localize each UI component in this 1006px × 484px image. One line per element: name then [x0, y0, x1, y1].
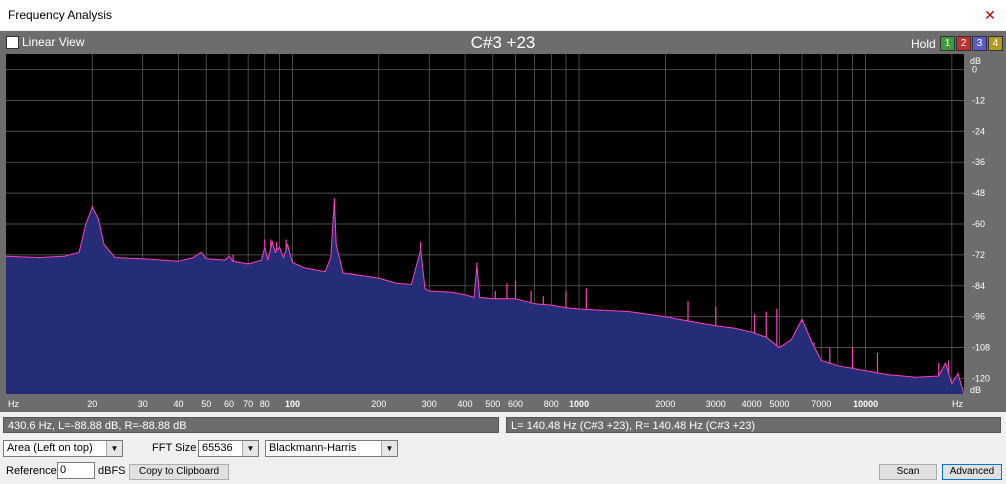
detected-note: C#3 +23: [470, 33, 536, 52]
hold-button-4[interactable]: 4: [988, 36, 1003, 51]
close-icon[interactable]: ✕: [980, 5, 1000, 25]
reference-input[interactable]: 0: [57, 462, 95, 479]
y-tick-label: 0: [972, 64, 977, 74]
x-unit-right: Hz: [952, 399, 963, 409]
fft-size-value: 65536: [202, 442, 233, 454]
fft-size-select[interactable]: 65536 ▼: [198, 440, 259, 457]
x-tick-label: 30: [138, 399, 148, 409]
hold-button-3[interactable]: 3: [972, 36, 987, 51]
x-tick-label: 60: [224, 399, 234, 409]
scan-button[interactable]: Scan: [879, 464, 937, 480]
chevron-down-icon: ▼: [106, 441, 122, 456]
y-tick-label: -120: [972, 374, 990, 384]
copy-to-clipboard-button[interactable]: Copy to Clipboard: [129, 464, 229, 480]
window-function-value: Blackmann-Harris: [269, 442, 357, 454]
display-mode-value: Area (Left on top): [7, 442, 93, 454]
x-tick-label: 100: [285, 399, 300, 409]
x-tick-label: 80: [260, 399, 270, 409]
x-tick-label: 600: [508, 399, 523, 409]
x-tick-label: 2000: [655, 399, 675, 409]
cursor-readout: 430.6 Hz, L=-88.88 dB, R=-88.88 dB: [3, 417, 499, 433]
reference-label: Reference: [6, 465, 57, 477]
fft-size-label: FFT Size: [152, 442, 197, 454]
peak-readout: L= 140.48 Hz (C#3 +23), R= 140.48 Hz (C#…: [506, 417, 1001, 433]
x-tick-label: 300: [422, 399, 437, 409]
x-tick-label: 10000: [853, 399, 878, 409]
hold-button-2[interactable]: 2: [956, 36, 971, 51]
x-tick-label: 400: [458, 399, 473, 409]
x-tick-label: 40: [174, 399, 184, 409]
x-tick-label: 200: [371, 399, 386, 409]
hold-button-1[interactable]: 1: [940, 36, 955, 51]
advanced-button[interactable]: Advanced: [942, 464, 1002, 480]
x-tick-label: 20: [87, 399, 97, 409]
x-tick-label: 500: [485, 399, 500, 409]
y-tick-label: -108: [972, 343, 990, 353]
y-tick-label: -72: [972, 250, 985, 260]
y-unit-bottom: dB: [970, 385, 981, 395]
window-function-select[interactable]: Blackmann-Harris ▼: [265, 440, 398, 457]
x-unit-left: Hz: [8, 399, 19, 409]
x-tick-label: 7000: [811, 399, 831, 409]
x-tick-label: 1000: [569, 399, 589, 409]
x-tick-label: 800: [544, 399, 559, 409]
y-tick-label: -36: [972, 157, 985, 167]
window-title: Frequency Analysis: [8, 8, 113, 22]
x-axis: Hz 20 30 40 50 60 70 80 100 200 300 400 500 600 800 100…: [8, 399, 963, 409]
y-tick-label: -24: [972, 126, 985, 136]
x-tick-label: 70: [243, 399, 253, 409]
chevron-down-icon: ▼: [242, 441, 258, 456]
spectrum-plot[interactable]: dB0-12-24-36-48-60-72-84-96-108-120dB Hz…: [0, 54, 1006, 412]
y-axis: dB0-12-24-36-48-60-72-84-96-108-120dB: [970, 56, 990, 395]
display-mode-select[interactable]: Area (Left on top) ▼: [3, 440, 123, 457]
y-tick-label: -84: [972, 281, 985, 291]
dbfs-label: dBFS: [98, 465, 126, 477]
y-tick-label: -12: [972, 95, 985, 105]
x-tick-label: 5000: [769, 399, 789, 409]
y-tick-label: -60: [972, 219, 985, 229]
chevron-down-icon: ▼: [381, 441, 397, 456]
y-tick-label: -96: [972, 312, 985, 322]
x-tick-label: 4000: [742, 399, 762, 409]
y-tick-label: -48: [972, 188, 985, 198]
x-tick-label: 50: [201, 399, 211, 409]
x-tick-label: 3000: [706, 399, 726, 409]
title-bar: Frequency Analysis ✕: [0, 0, 1006, 30]
hold-label: Hold: [911, 37, 936, 51]
